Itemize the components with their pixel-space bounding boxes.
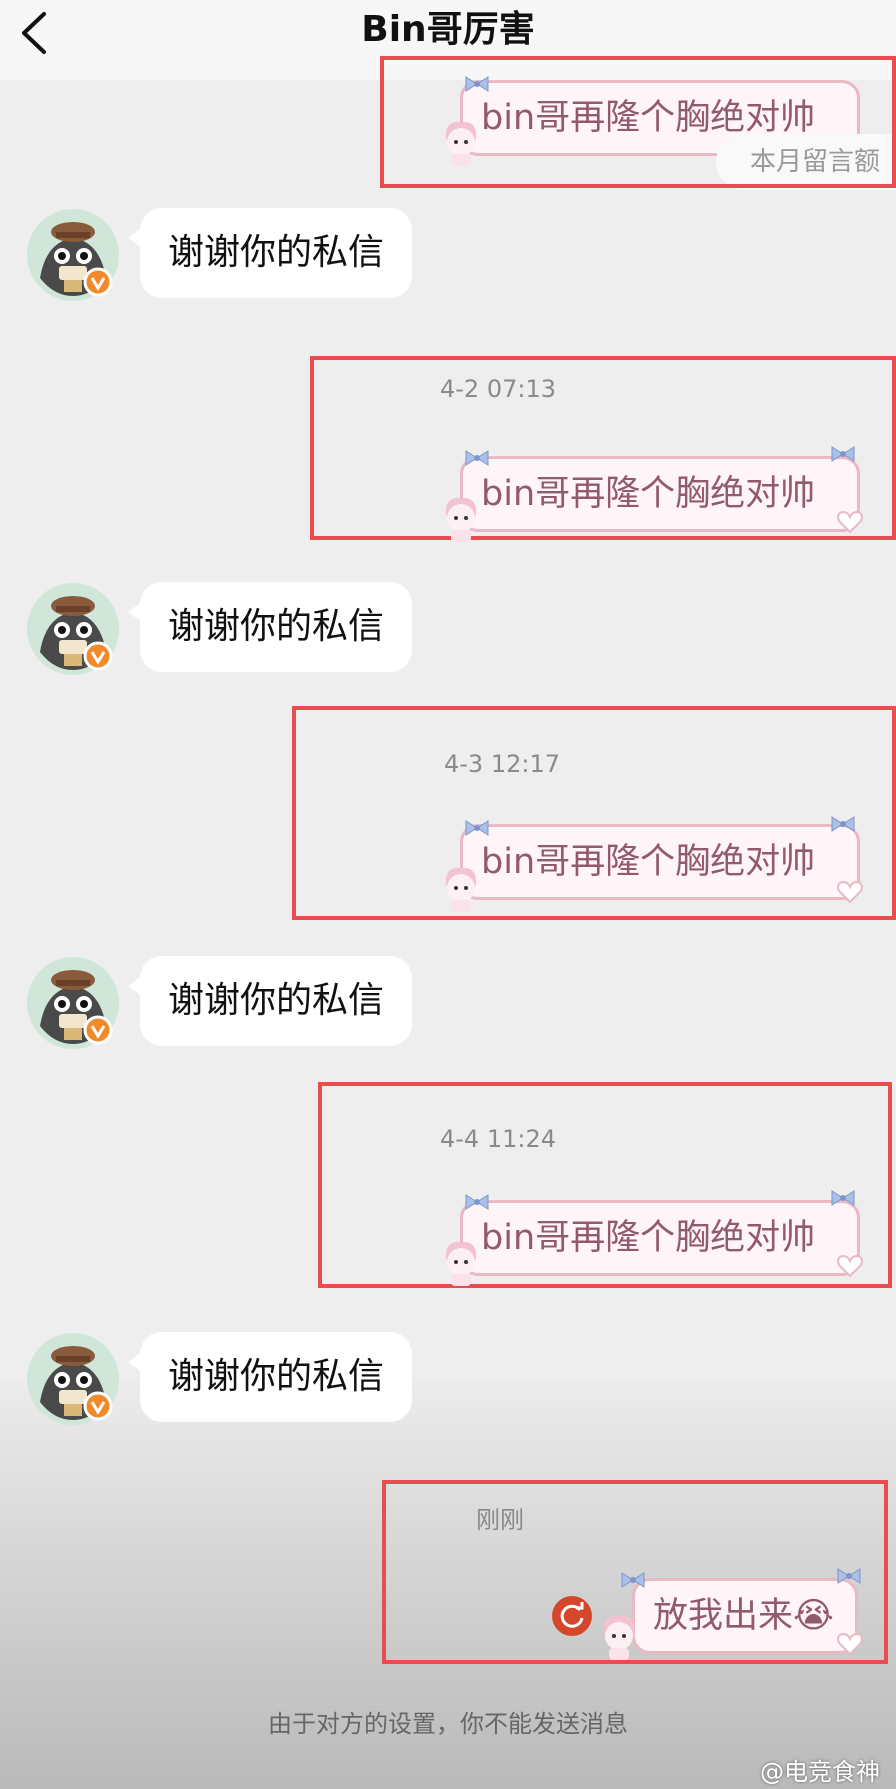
bow-icon (464, 1194, 490, 1210)
received-message-text: 谢谢你的私信 (168, 232, 385, 273)
received-message-bubble[interactable]: 谢谢你的私信 (127, 956, 413, 1046)
sent-message-text: bin哥再隆个胸绝对帅 (481, 474, 816, 514)
message-timestamp: 4-2 07:13 (440, 375, 556, 403)
received-message-bubble[interactable]: 谢谢你的私信 (127, 582, 413, 672)
contact-avatar[interactable] (26, 208, 120, 302)
sent-message-bubble[interactable]: bin哥再隆个胸绝对帅 (460, 456, 860, 532)
bow-icon (830, 816, 856, 832)
message-timestamp: 4-3 12:17 (444, 750, 560, 778)
highlight-box (380, 56, 896, 188)
sticker-bunny-icon (440, 864, 482, 914)
bow-icon (830, 1190, 856, 1206)
message-timestamp: 4-4 11:24 (440, 1125, 556, 1153)
sent-message-bubble[interactable]: bin哥再隆个胸绝对帅 (460, 1200, 860, 1276)
received-message-text: 谢谢你的私信 (168, 1356, 385, 1397)
chat-title: Bin哥厉害 (361, 9, 535, 50)
sent-message-text: 放我出来 (653, 1596, 794, 1636)
bow-icon (620, 1572, 646, 1588)
heart-icon (836, 510, 864, 534)
heart-icon (836, 1632, 864, 1656)
watermark: @电竞食神 (760, 1758, 880, 1786)
sticker-bunny-icon (440, 1238, 482, 1288)
received-message-bubble[interactable]: 谢谢你的私信 (127, 208, 413, 298)
crying-emoji-icon: 😭 (793, 1596, 834, 1636)
contact-avatar[interactable] (26, 1332, 120, 1426)
heart-icon (836, 1254, 864, 1278)
received-message-bubble[interactable]: 谢谢你的私信 (127, 1332, 413, 1422)
bow-icon (836, 1568, 862, 1584)
bow-icon (830, 446, 856, 462)
contact-avatar[interactable] (26, 582, 120, 676)
message-timestamp: 刚刚 (476, 1506, 524, 1534)
sent-message-bubble[interactable]: bin哥再隆个胸绝对帅 (460, 824, 860, 900)
sticker-bunny-icon (440, 494, 482, 544)
received-message-text: 谢谢你的私信 (168, 980, 385, 1021)
sent-message-text: bin哥再隆个胸绝对帅 (481, 842, 816, 882)
bow-icon (464, 450, 490, 466)
send-disabled-notice: 由于对方的设置，你不能发送消息 (268, 1710, 628, 1738)
sticker-bunny-icon (598, 1612, 640, 1662)
contact-avatar[interactable] (26, 956, 120, 1050)
sent-message-text: bin哥再隆个胸绝对帅 (481, 1218, 816, 1258)
sent-message-bubble[interactable]: 放我出来😭 (632, 1578, 858, 1654)
received-message-text: 谢谢你的私信 (168, 606, 385, 647)
bow-icon (464, 820, 490, 836)
heart-icon (836, 880, 864, 904)
resend-icon[interactable] (552, 1596, 592, 1636)
